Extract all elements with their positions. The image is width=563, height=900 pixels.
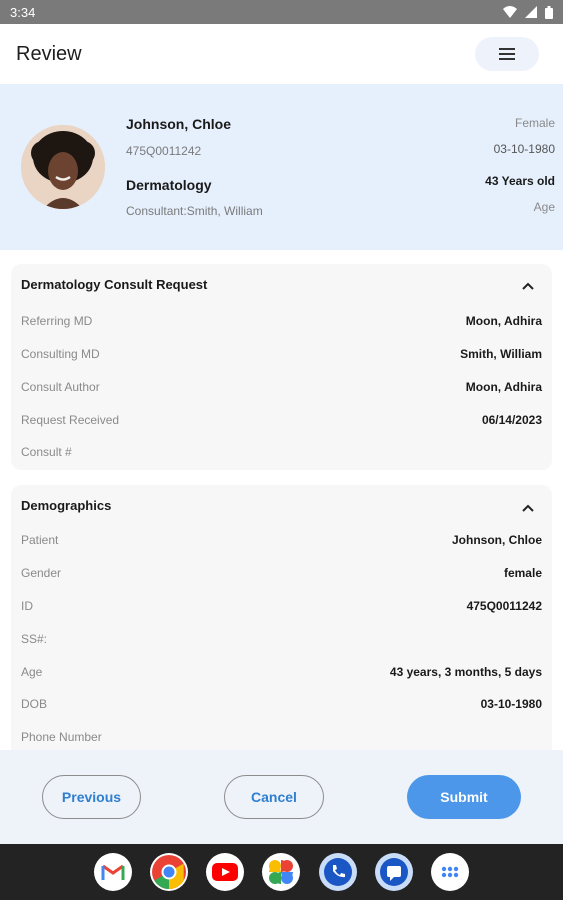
chevron-up-icon[interactable] <box>522 282 534 290</box>
consult-row-label: Request Received <box>21 413 120 427</box>
menu-button[interactable] <box>475 37 539 71</box>
demographics-row-label: SS#: <box>21 632 48 646</box>
demographics-row-value: 475Q0011242 <box>466 599 542 613</box>
demographics-section-title: Demographics <box>21 498 112 513</box>
consult-row-value: Moon, Adhira <box>465 380 542 394</box>
messages-icon[interactable] <box>375 853 413 891</box>
wifi-icon <box>503 6 517 18</box>
demographics-row-label: DOB <box>21 697 48 711</box>
hamburger-menu-icon <box>499 48 515 60</box>
patient-dob: 03-10-1980 <box>493 142 555 156</box>
signal-icon <box>525 6 537 18</box>
action-panel: Previous Cancel Submit <box>0 750 563 844</box>
patient-avatar <box>21 125 105 209</box>
status-bar: 3:34 <box>0 0 563 24</box>
demographics-row-value: 43 years, 3 months, 5 days <box>389 665 542 679</box>
gmail-icon[interactable] <box>94 853 132 891</box>
status-time: 3:34 <box>10 4 36 20</box>
demographics-row-value: 03-10-1980 <box>480 697 542 711</box>
consult-row-value: 06/14/2023 <box>481 413 542 427</box>
battery-icon <box>545 5 553 19</box>
patient-department: Dermatology <box>126 177 212 193</box>
demographics-row-label: ID <box>21 599 33 613</box>
patient-id: 475Q0011242 <box>126 144 202 158</box>
apps-icon[interactable] <box>431 853 469 891</box>
consult-row-label: Consult # <box>21 445 72 459</box>
submit-button[interactable]: Submit <box>407 775 521 819</box>
app-dock <box>0 844 563 900</box>
page-title: Review <box>16 42 82 65</box>
consult-request-section: Dermatology Consult Request Referring MD… <box>11 264 552 470</box>
status-icons <box>503 5 553 19</box>
demographics-row-value: female <box>503 566 542 580</box>
patient-header-card: Johnson, Chloe 475Q0011242 Dermatology C… <box>0 84 563 250</box>
consult-row-value: Moon, Adhira <box>465 314 542 328</box>
demographics-row-label: Gender <box>21 566 62 580</box>
consult-section-title: Dermatology Consult Request <box>21 277 208 292</box>
patient-consultant: Consultant:Smith, William <box>126 204 263 218</box>
demographics-row-label: Age <box>21 665 43 679</box>
youtube-icon[interactable] <box>206 853 244 891</box>
patient-age-label: Age <box>533 200 555 214</box>
chrome-icon[interactable] <box>150 853 188 891</box>
consult-row-label: Consult Author <box>21 380 100 394</box>
demographics-row-value: Johnson, Chloe <box>452 533 542 547</box>
patient-gender: Female <box>514 116 555 130</box>
patient-age: 43 Years old <box>485 174 555 188</box>
cancel-button[interactable]: Cancel <box>224 775 324 819</box>
chevron-up-icon[interactable] <box>522 504 534 512</box>
phone-icon[interactable] <box>319 853 357 891</box>
patient-name: Johnson, Chloe <box>126 116 231 132</box>
demographics-section: Demographics Patient Johnson, Chloe Gend… <box>11 485 552 760</box>
consult-row-label: Referring MD <box>21 314 93 328</box>
demographics-row-label: Phone Number <box>21 730 102 744</box>
demographics-row-label: Patient <box>21 533 59 547</box>
app-bar: Review <box>0 24 563 84</box>
consult-row-label: Consulting MD <box>21 347 100 361</box>
consult-row-value: Smith, William <box>460 347 542 361</box>
photos-icon[interactable] <box>262 853 300 891</box>
previous-button[interactable]: Previous <box>42 775 141 819</box>
